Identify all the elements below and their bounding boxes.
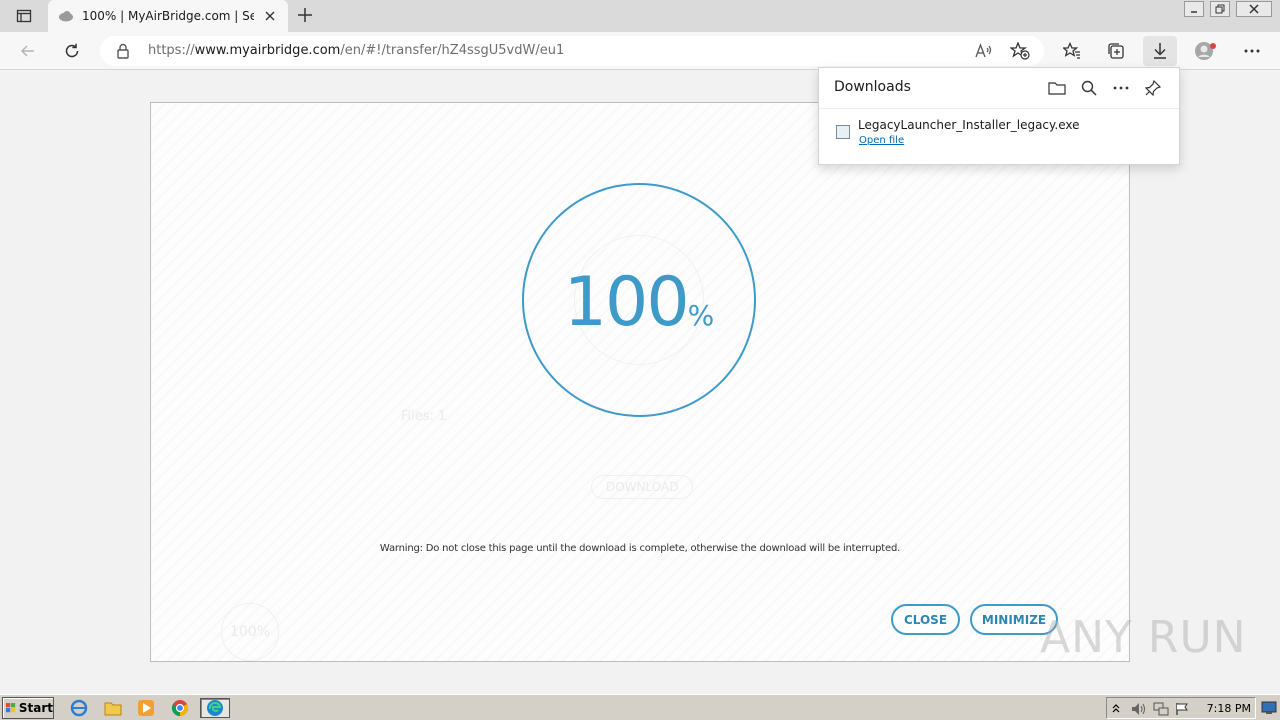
minimize-window-button[interactable] [1184,1,1204,17]
system-tray: 7:18 PM [1106,697,1256,719]
close-window-button[interactable] [1236,1,1272,17]
progress-number: 100 [563,263,690,342]
open-file-link[interactable]: Open file [859,135,904,146]
active-tab[interactable]: 100% | MyAirBridge.com | Send [48,0,288,32]
search-downloads-button[interactable] [1079,78,1099,98]
tab-strip: 100% | MyAirBridge.com | Send [0,0,1280,32]
back-button[interactable] [15,38,41,64]
folder-icon [104,702,122,716]
pin-downloads-button[interactable] [1143,78,1163,98]
close-button[interactable]: CLOSE [891,604,960,635]
media-player-icon [138,700,154,716]
more-horizontal-icon [1113,86,1129,90]
chrome-icon [171,700,189,717]
desktop-icon [1261,701,1277,714]
arrow-left-icon [20,45,34,57]
url-scheme: https:// [148,43,195,58]
search-icon [1081,80,1097,96]
address-url: https://www.myairbridge.com/en/#!/transf… [148,43,564,58]
taskbar-ie[interactable] [68,698,90,718]
close-icon [1249,4,1259,14]
downloads-flyout: Downloads LegacyLauncher_Installer_legac… [818,67,1180,165]
plus-icon [298,8,312,22]
start-label: Start [18,701,53,715]
tab-close-icon[interactable] [262,8,278,24]
read-aloud-button[interactable] [974,41,994,61]
lock-icon [117,43,129,59]
favorites-star-icon [1063,42,1080,59]
new-tab-button[interactable] [294,4,316,26]
taskbar-chrome[interactable] [169,698,191,718]
downloads-more-button[interactable] [1111,78,1131,98]
star-add-icon [1010,42,1030,60]
browser-toolbar: https://www.myairbridge.com/en/#!/transf… [0,32,1280,70]
download-icon [1154,43,1166,59]
download-warning: Warning: Do not close this page until th… [379,543,901,554]
progress-sign: % [687,299,715,332]
show-hidden-icons-icon[interactable] [1112,703,1120,713]
ghost-files-text: Files: 1 [401,409,447,424]
more-horizontal-icon [1244,49,1260,53]
restore-icon [1215,4,1225,14]
minimize-icon [1191,11,1197,13]
windows-flag-icon [6,703,16,713]
tab-title: 100% | MyAirBridge.com | Send [82,9,254,23]
network-icon[interactable] [1153,702,1169,716]
refresh-button[interactable] [59,38,85,64]
folder-icon [1048,82,1066,95]
taskbar-clock: 7:18 PM [1206,702,1251,715]
address-bar[interactable]: https://www.myairbridge.com/en/#!/transf… [100,36,1044,66]
url-host: www.myairbridge.com [194,43,341,58]
edge-icon [207,700,223,716]
taskbar-edge[interactable] [200,698,230,718]
downloads-divider [819,108,1179,109]
profile-button[interactable] [1193,38,1219,64]
show-desktop-button[interactable] [1258,698,1280,718]
progress-percentage: 100% [524,263,754,342]
tab-actions-menu[interactable] [8,4,40,28]
volume-icon[interactable] [1131,702,1147,716]
read-aloud-icon [975,43,992,58]
collections-icon [1108,43,1124,59]
cloud-favicon-icon [59,11,73,22]
exe-file-icon [836,125,850,139]
restore-window-button[interactable] [1210,1,1230,17]
ghost-progress-ring: 100% [221,603,279,661]
start-button[interactable]: Start [2,697,54,719]
settings-menu-button[interactable] [1239,38,1265,64]
avatar-icon [1195,42,1216,60]
downloads-button[interactable] [1143,36,1177,66]
url-path: /en/#!/transfer/hZ4ssgU5vdW/eu1 [340,43,565,58]
collections-button[interactable] [1103,38,1129,64]
taskbar-explorer[interactable] [102,698,124,718]
taskbar: Start 7:18 PM [0,694,1280,720]
download-file-name[interactable]: LegacyLauncher_Installer_legacy.exe [858,118,1080,132]
tab-actions-icon [16,9,32,23]
pin-icon [1145,80,1161,96]
taskbar-media-player[interactable] [135,698,157,718]
anyrun-watermark: ANY RUN [1040,612,1247,663]
progress-ring: 100% [522,183,756,417]
favorites-button[interactable] [1059,38,1085,64]
action-center-flag-icon[interactable] [1175,702,1189,716]
ghost-download-button: DOWNLOAD [591,475,694,499]
internet-explorer-icon [70,699,88,717]
downloads-title: Downloads [834,79,911,95]
refresh-icon [65,43,79,58]
open-folder-button[interactable] [1047,78,1067,98]
add-favorite-button[interactable] [1010,41,1030,61]
